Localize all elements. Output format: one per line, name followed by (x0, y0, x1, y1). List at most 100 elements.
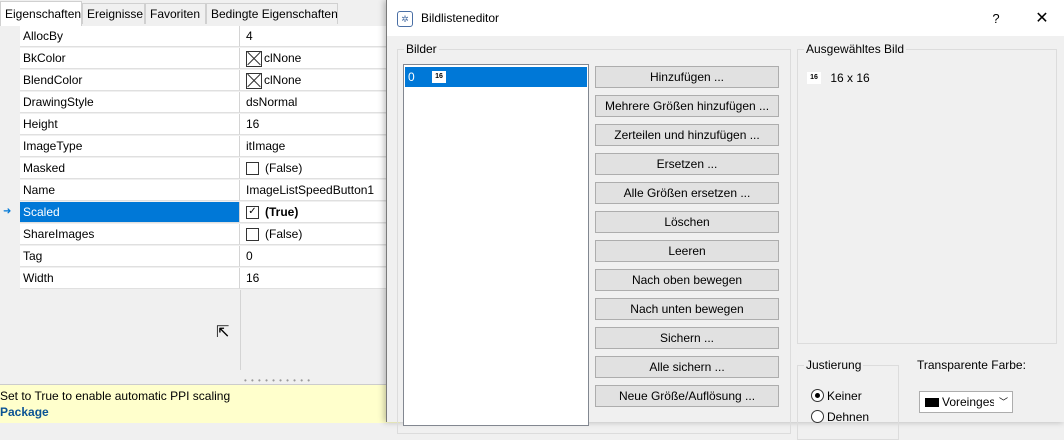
property-value[interactable]: itImage (240, 136, 400, 157)
action-button[interactable]: Sichern ... (595, 327, 779, 349)
action-button[interactable]: Leeren (595, 240, 779, 262)
selected-image-group-label: Ausgewähltes Bild (806, 42, 905, 56)
image-list-editor-dialog: ✲ Bildlisteneditor ? ✕ Bilder 0 16 Hinzu… (386, 0, 1064, 440)
property-value[interactable]: 16 (240, 114, 400, 135)
checkbox-icon[interactable] (246, 228, 259, 242)
action-button[interactable]: Zerteilen und hinzufügen ... (595, 124, 779, 146)
property-name[interactable]: Width (20, 268, 240, 289)
row-gutter (0, 70, 20, 92)
radio-label: Keiner (827, 388, 862, 403)
radio-keiner[interactable]: Keiner (811, 388, 901, 404)
alignment-group-label: Justierung (806, 358, 862, 372)
color-swatch (925, 398, 939, 407)
action-button[interactable]: Alle Größen ersetzen ... (595, 182, 779, 204)
tab-bedingte-eigenschaften[interactable]: Bedingte Eigenschaften (206, 3, 338, 24)
close-button[interactable]: ✕ (1019, 6, 1064, 32)
transparent-color-label: Transparente Farbe: (917, 358, 1026, 372)
property-name[interactable]: BlendColor (20, 70, 240, 91)
property-row[interactable]: Width 16 (0, 268, 400, 290)
action-button[interactable]: Alle sichern ... (595, 356, 779, 378)
row-gutter (0, 158, 20, 180)
radio-dehnen[interactable]: Dehnen (811, 409, 901, 425)
color-none-icon (246, 50, 262, 67)
property-row[interactable]: ImageType itImage (0, 136, 400, 158)
chevron-down-icon: ﹀ (999, 397, 1009, 407)
tab-favoriten[interactable]: Favoriten (145, 3, 206, 24)
row-gutter (0, 268, 20, 290)
property-row[interactable]: Tag 0 (0, 246, 400, 268)
property-value[interactable]: clNone (240, 70, 400, 91)
property-value[interactable]: ✓ (True) (240, 202, 400, 223)
selected-row-arrow-icon: ➜ (3, 206, 12, 217)
checkbox-icon[interactable]: ✓ (246, 206, 259, 220)
transparent-color-value: Voreingestellt (942, 395, 994, 409)
property-value[interactable]: dsNormal (240, 92, 400, 113)
row-gutter (0, 136, 20, 158)
inspector-tabs: Eigenschaften Ereignisse Favoriten Bedin… (0, 0, 400, 27)
image-list-item[interactable]: 0 16 (405, 67, 587, 87)
action-button[interactable]: Ersetzen ... (595, 153, 779, 175)
selected-image-preview-area (801, 58, 1051, 340)
property-value[interactable]: 16 (240, 268, 400, 289)
property-value-text: itImage (246, 139, 286, 153)
property-value-text: ImageListSpeedButton1 (246, 183, 375, 197)
property-value-text: (True) (265, 205, 299, 219)
row-gutter (0, 246, 20, 268)
image-index: 0 (408, 70, 415, 84)
transparent-color-select[interactable]: Voreingestellt ﹀ (919, 391, 1013, 413)
action-button[interactable]: Löschen (595, 211, 779, 233)
checkbox-icon[interactable] (246, 162, 259, 176)
property-name[interactable]: BkColor (20, 48, 240, 69)
row-gutter (0, 180, 20, 202)
row-gutter (0, 224, 20, 246)
tab-ereignisse[interactable]: Ereignisse (82, 3, 145, 24)
property-row[interactable]: ➜ Scaled ✓ (True) (0, 202, 400, 224)
tab-eigenschaften[interactable]: Eigenschaften (0, 1, 82, 26)
property-value-text: 0 (246, 249, 253, 263)
property-row[interactable]: DrawingStyle dsNormal (0, 92, 400, 114)
property-value[interactable]: 4 (240, 26, 400, 47)
property-value[interactable]: clNone (240, 48, 400, 69)
action-button[interactable]: Mehrere Größen hinzufügen ... (595, 95, 779, 117)
radio-icon (811, 389, 824, 403)
property-value-text: clNone (264, 51, 302, 65)
property-value-text: 16 (246, 117, 260, 131)
property-name[interactable]: ImageType (20, 136, 240, 157)
row-gutter: ➜ (0, 202, 20, 224)
dialog-title: Bildlisteneditor (421, 11, 500, 25)
property-row[interactable]: BkColor clNone (0, 48, 400, 70)
mouse-cursor-icon: ⇱ (216, 324, 230, 341)
property-value[interactable]: (False) (240, 158, 400, 179)
property-name[interactable]: AllocBy (20, 26, 240, 47)
help-panel: Set to True to enable automatic PPI scal… (0, 384, 400, 423)
property-row[interactable]: AllocBy 4 (0, 26, 400, 48)
color-none-icon (246, 72, 262, 89)
property-name[interactable]: Name (20, 180, 240, 201)
property-name[interactable]: ShareImages (20, 224, 240, 245)
property-value-text: clNone (264, 73, 302, 87)
image-thumbnail: 16 (432, 71, 446, 83)
property-value[interactable]: 0 (240, 246, 400, 267)
property-row[interactable]: Masked (False) (0, 158, 400, 180)
help-category-link[interactable]: Package (0, 405, 49, 419)
property-name[interactable]: DrawingStyle (20, 92, 240, 113)
property-row[interactable]: Height 16 (0, 114, 400, 136)
action-button[interactable]: Hinzufügen ... (595, 66, 779, 88)
property-row[interactable]: Name ImageListSpeedButton1 (0, 180, 400, 202)
property-name[interactable]: Scaled (20, 202, 240, 223)
property-name[interactable]: Height (20, 114, 240, 135)
property-name[interactable]: Tag (20, 246, 240, 267)
property-row[interactable]: ShareImages (False) (0, 224, 400, 246)
property-name[interactable]: Masked (20, 158, 240, 179)
lazarus-app-icon: ✲ (397, 11, 413, 27)
property-value[interactable]: (False) (240, 224, 400, 245)
action-button[interactable]: Neue Größe/Auflösung ... (595, 385, 779, 407)
action-button[interactable]: Nach unten bewegen (595, 298, 779, 320)
property-row[interactable]: BlendColor clNone (0, 70, 400, 92)
selected-image-size: 16 x 16 (830, 70, 870, 85)
image-list[interactable]: 0 16 (403, 64, 589, 426)
dialog-titlebar[interactable]: ✲ Bildlisteneditor ? ✕ (387, 0, 1064, 36)
help-button[interactable]: ? (973, 6, 1019, 32)
property-value[interactable]: ImageListSpeedButton1 (240, 180, 400, 201)
action-button[interactable]: Nach oben bewegen (595, 269, 779, 291)
